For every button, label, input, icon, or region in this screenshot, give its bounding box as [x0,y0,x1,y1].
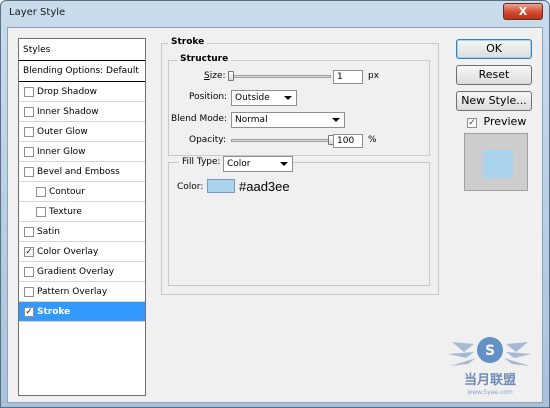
dialog-window: Layer Style X Styles Blending Options: D… [0,0,550,408]
dialog-client: Styles Blending Options: Default Drop Sh… [7,27,543,403]
color-swatch[interactable] [207,179,235,193]
style-checkbox[interactable] [24,287,34,297]
styles-list: Styles Blending Options: Default Drop Sh… [18,38,146,396]
watermark-url: www.5yae.com [467,389,513,396]
window-title: Layer Style [9,7,66,18]
blend-mode-select[interactable]: Normal [231,112,345,128]
style-item-label: Inner Shadow [37,107,99,117]
style-item-label: Stroke [37,307,71,317]
style-checkbox[interactable]: ✓ [24,247,34,257]
structure-group: Structure Size: 1 px Position: Outside B… [168,54,430,156]
blending-options[interactable]: Blending Options: Default [19,61,145,82]
style-item-contour[interactable]: Contour [19,182,145,202]
title-bar[interactable]: Layer Style X [1,1,549,25]
position-value: Outside [235,93,270,103]
style-checkbox[interactable]: ✓ [24,307,34,317]
opacity-slider[interactable] [231,139,331,142]
size-unit: px [368,71,380,81]
style-checkbox[interactable] [24,127,34,137]
style-item-gradient-overlay[interactable]: Gradient Overlay [19,262,145,282]
position-select[interactable]: Outside [231,90,297,106]
style-checkbox[interactable] [24,147,34,157]
watermark-text: 当月联盟 [464,372,516,388]
ok-button[interactable]: OK [456,39,532,59]
style-item-texture[interactable]: Texture [19,202,145,222]
size-label: Size: [204,71,226,81]
color-hex-value: #aad3ee [239,179,290,194]
style-item-pattern-overlay[interactable]: Pattern Overlay [19,282,145,302]
opacity-unit: % [368,135,377,145]
style-checkbox[interactable] [24,167,34,177]
color-label: Color: [177,182,204,192]
style-checkbox[interactable] [36,187,46,197]
preview-thumbnail [464,133,528,191]
style-item-inner-glow[interactable]: Inner Glow [19,142,145,162]
blend-mode-value: Normal [235,115,268,125]
fill-type-value: Color [227,159,251,169]
style-item-label: Gradient Overlay [37,267,115,277]
structure-title: Structure [177,54,232,64]
style-item-label: Texture [49,207,82,217]
opacity-input[interactable]: 100 [333,134,363,148]
preview-label: Preview [483,115,527,128]
style-item-label: Outer Glow [37,127,88,137]
style-item-label: Pattern Overlay [37,287,108,297]
preview-toggle[interactable]: ✓ Preview [467,115,526,128]
chevron-down-icon [284,96,292,100]
fill-type-select[interactable]: Color [223,156,293,172]
style-item-label: Inner Glow [37,147,86,157]
style-checkbox[interactable] [24,227,34,237]
style-checkbox[interactable] [24,267,34,277]
fill-type-label: Fill Type: [179,157,224,167]
style-item-label: Bevel and Emboss [37,167,120,177]
style-item-outer-glow[interactable]: Outer Glow [19,122,145,142]
style-item-stroke[interactable]: ✓ Stroke [19,302,145,322]
stroke-group: Stroke Structure Size: 1 px Position: Ou… [161,37,439,295]
style-item-label: Satin [37,227,60,237]
new-style-button[interactable]: New Style... [456,91,532,111]
reset-button[interactable]: Reset [456,65,532,85]
chevron-down-icon [280,162,288,166]
fill-group: Fill Type: Color Color: #aad3ee [168,156,430,286]
close-button[interactable]: X [503,3,543,20]
size-slider-handle[interactable] [228,71,234,81]
style-checkbox[interactable] [24,87,34,97]
style-item-bevel-and-emboss[interactable]: Bevel and Emboss [19,162,145,182]
preview-checkbox[interactable]: ✓ [467,118,477,128]
style-item-color-overlay[interactable]: ✓ Color Overlay [19,242,145,262]
style-item-label: Contour [49,187,85,197]
style-item-label: Drop Shadow [37,87,98,97]
style-item-label: Color Overlay [37,247,99,257]
style-checkbox[interactable] [36,207,46,217]
style-checkbox[interactable] [24,107,34,117]
blend-mode-label: Blend Mode: [171,114,228,124]
chevron-down-icon [332,118,340,122]
stroke-group-title: Stroke [168,37,208,47]
watermark-logo-letter: S [485,343,495,359]
opacity-label: Opacity: [189,135,226,145]
style-item-drop-shadow[interactable]: Drop Shadow [19,82,145,102]
size-input[interactable]: 1 [333,70,363,84]
preview-swatch [483,150,513,178]
watermark-logo: S 当月联盟 www.5yae.com [448,337,532,396]
styles-header[interactable]: Styles [19,39,145,61]
style-item-inner-shadow[interactable]: Inner Shadow [19,102,145,122]
style-item-satin[interactable]: Satin [19,222,145,242]
size-slider[interactable] [231,75,331,78]
position-label: Position: [189,92,228,102]
